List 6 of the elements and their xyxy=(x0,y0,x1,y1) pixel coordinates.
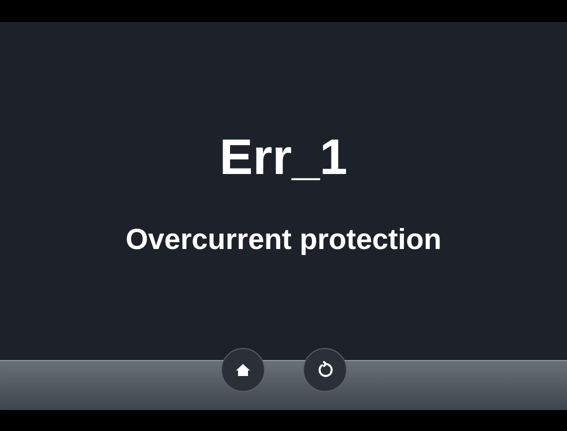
home-icon xyxy=(234,362,250,378)
refresh-button[interactable] xyxy=(302,348,346,392)
error-code: Err_1 xyxy=(220,132,348,182)
home-button[interactable] xyxy=(220,348,264,392)
refresh-icon xyxy=(316,361,334,379)
error-message: Overcurrent protection xyxy=(126,226,442,255)
